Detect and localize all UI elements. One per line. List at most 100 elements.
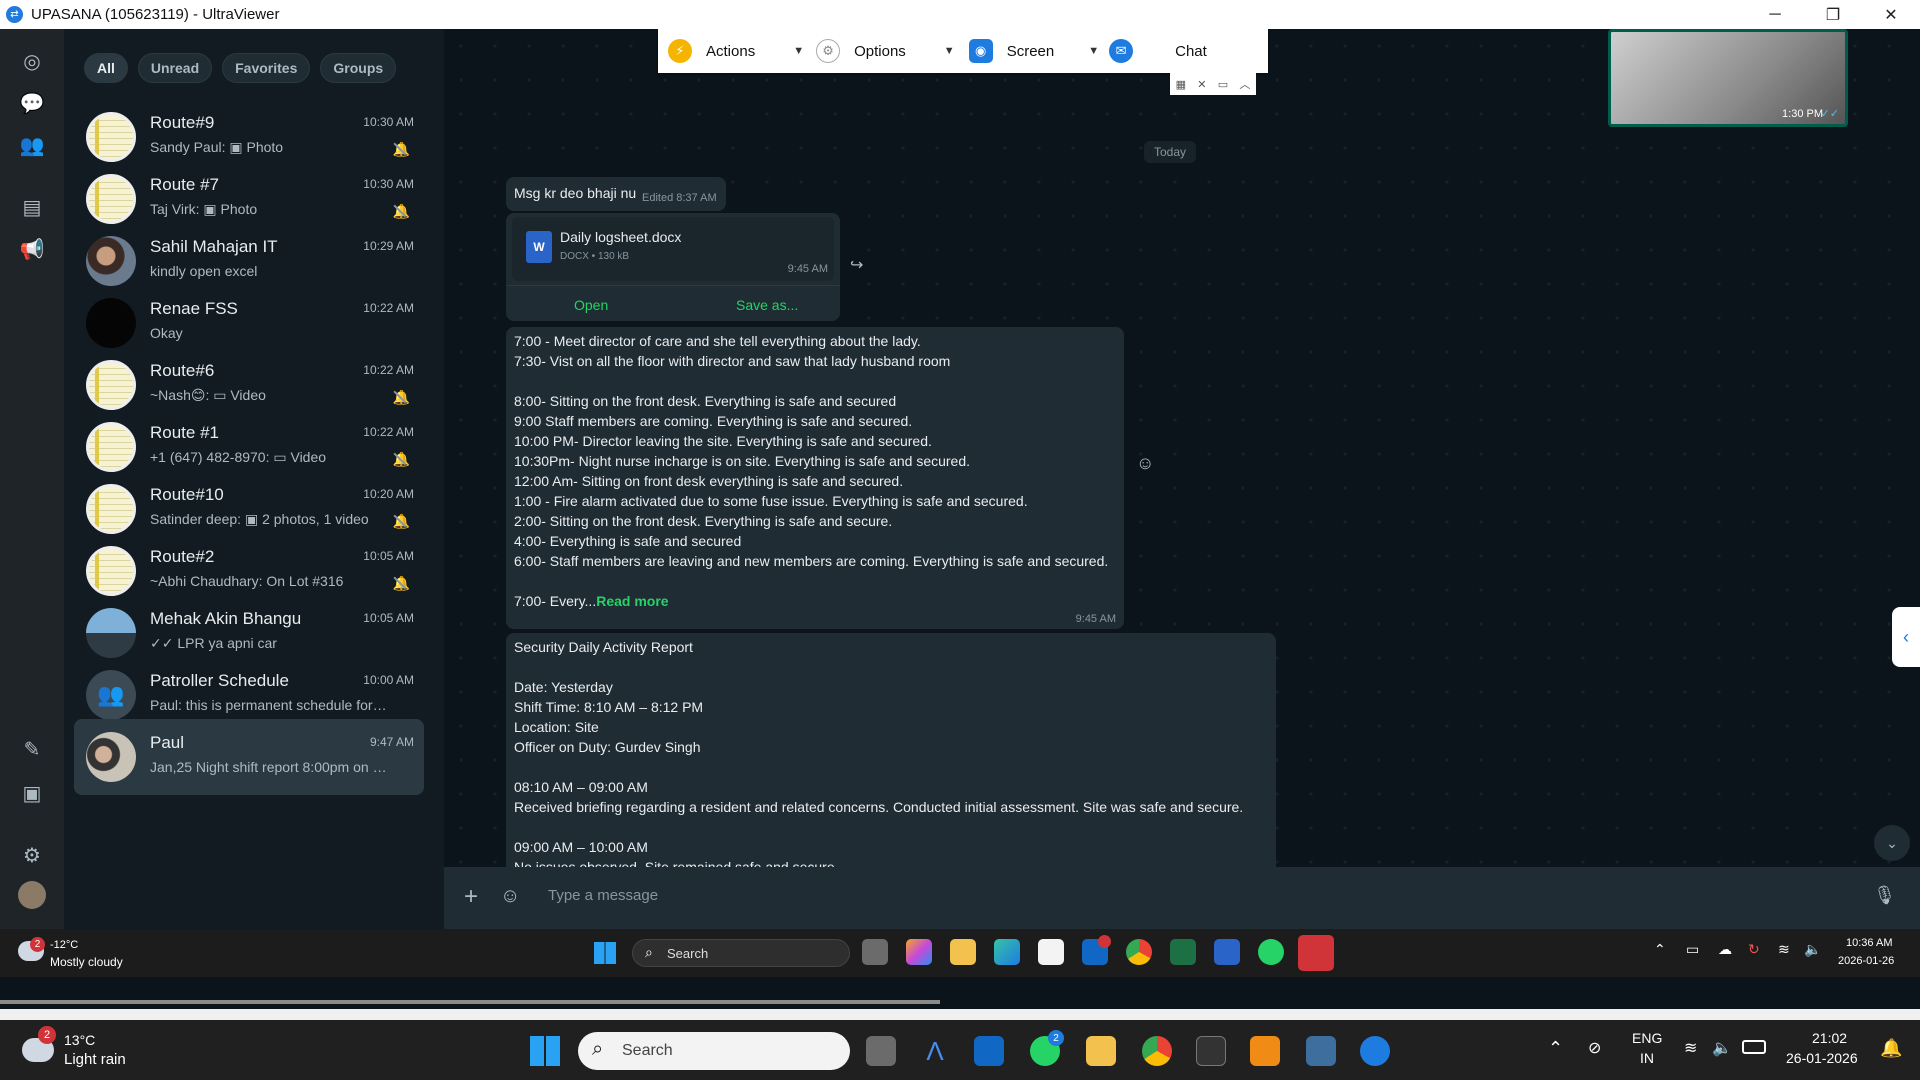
local-clock-time[interactable]: 21:02 <box>1812 1030 1847 1046</box>
options-icon[interactable]: ⚙ <box>816 39 841 63</box>
word-icon[interactable] <box>1214 939 1240 965</box>
options-menu[interactable]: Options <box>854 43 906 60</box>
settings-icon[interactable]: ⚙ <box>18 841 46 869</box>
wifi-icon[interactable]: ≋ <box>1684 1038 1697 1058</box>
volume-icon[interactable]: 🔈 <box>1712 1038 1732 1058</box>
edit-icon[interactable]: ✎ <box>18 735 46 763</box>
store-icon[interactable] <box>1038 939 1064 965</box>
ultraviewer-taskbar-icon[interactable] <box>1360 1036 1390 1066</box>
message-input[interactable]: Type a message <box>548 887 658 904</box>
window-title: UPASANA (105623119) - UltraViewer <box>31 6 280 23</box>
status-icon[interactable]: ◎ <box>18 47 46 75</box>
channels-icon[interactable]: 💬 <box>18 89 46 117</box>
chrome-icon[interactable] <box>1142 1036 1172 1066</box>
windows-start-icon[interactable] <box>530 1036 560 1066</box>
notification-bell-icon[interactable]: 🔔 <box>1880 1038 1902 1059</box>
show-hidden-icons[interactable]: ⌃ <box>1654 941 1666 958</box>
copilot-icon[interactable] <box>906 939 932 965</box>
log-message-bubble[interactable]: 7:00 - Meet director of care and she tel… <box>506 327 1124 629</box>
language-line1[interactable]: ENG <box>1632 1030 1662 1046</box>
screen-menu[interactable]: Screen <box>1007 43 1055 60</box>
file-explorer-icon[interactable] <box>1086 1036 1116 1066</box>
grid-icon[interactable]: ▦ <box>1176 78 1186 91</box>
file-explorer-icon[interactable] <box>950 939 976 965</box>
chat-last-message: +1 (647) 482-8970: ▭ Video <box>150 449 327 465</box>
options-dropdown-icon[interactable]: ▼ <box>944 45 955 57</box>
message-bubble[interactable]: Msg kr deo bhaji nu Edited 8:37 AM <box>506 177 726 211</box>
language-line2[interactable]: IN <box>1640 1050 1654 1066</box>
whatsapp-icon[interactable] <box>1258 939 1284 965</box>
local-clock-date[interactable]: 26-01-2026 <box>1786 1050 1858 1066</box>
actions-dropdown-icon[interactable]: ▼ <box>793 45 804 57</box>
remote-screen[interactable]: ◎ 💬 👥 ▤ 📢 ✎ ▣ ⚙ All Unread Favorites Gro… <box>0 29 1920 1009</box>
monitor-icon[interactable]: ▭ <box>1218 78 1228 91</box>
read-more-link[interactable]: Read more <box>596 593 668 609</box>
search-icon: ⌕ <box>645 944 653 960</box>
uv-side-panel-toggle[interactable]: ‹ <box>1892 607 1920 667</box>
chat-time: 10:20 AM <box>363 487 414 501</box>
windows-start-icon[interactable] <box>594 942 616 964</box>
image-message[interactable]: 1:30 PM ✓✓ <box>1608 29 1848 127</box>
communities-icon[interactable]: 👥 <box>18 131 46 159</box>
sticker-icon[interactable]: ☺ <box>500 885 520 908</box>
actions-menu[interactable]: Actions <box>706 43 755 60</box>
display-icon[interactable]: ▭ <box>1686 941 1699 958</box>
filter-favorites-chip[interactable]: Favorites <box>222 53 311 83</box>
document-info: DOCX • 130 kB <box>560 251 630 262</box>
chat-icon[interactable]: ✉ <box>1109 39 1134 63</box>
outlook-icon[interactable] <box>974 1036 1004 1066</box>
remote-clock-date[interactable]: 2026-01-26 <box>1838 955 1894 967</box>
attach-plus-icon[interactable]: + <box>464 883 478 911</box>
wifi-icon[interactable]: ≋ <box>1778 941 1790 958</box>
network-off-icon[interactable]: ⊘ <box>1588 1038 1601 1058</box>
document-message[interactable]: W Daily logsheet.docx DOCX • 130 kB 9:45… <box>506 213 840 321</box>
ultraviewer-mini-controls: ▦ ✕ ▭ ︿ <box>1170 73 1256 95</box>
app-launcher-icon[interactable]: Λ <box>920 1036 950 1066</box>
fit-screen-icon[interactable]: ✕ <box>1197 78 1206 91</box>
collapse-icon[interactable]: ︿ <box>1239 76 1250 92</box>
emoji-reaction-icon[interactable]: ☺ <box>1136 453 1154 474</box>
screen-dropdown-icon[interactable]: ▼ <box>1088 45 1099 57</box>
task-view-icon[interactable] <box>862 939 888 965</box>
report-message-bubble[interactable]: Security Daily Activity Report Date: Yest… <box>506 633 1276 875</box>
profile-avatar[interactable] <box>18 881 46 909</box>
save-as-button[interactable]: Save as... <box>736 297 798 313</box>
chat-menu[interactable]: Chat <box>1175 43 1207 60</box>
remote-search-box[interactable]: ⌕ Search <box>632 939 850 967</box>
open-document-button[interactable]: Open <box>574 297 608 313</box>
actions-icon[interactable]: ⚡ <box>668 39 692 63</box>
cloud-off-icon[interactable]: ☁ <box>1718 941 1732 958</box>
store-icon[interactable]: ▤ <box>18 193 46 221</box>
filter-groups-chip[interactable]: Groups <box>320 53 397 83</box>
task-view-icon[interactable] <box>866 1036 896 1066</box>
battery-icon[interactable] <box>1742 1040 1766 1054</box>
microphone-icon[interactable]: 🎙 <box>1873 885 1896 906</box>
sublime-text-icon[interactable] <box>1250 1036 1280 1066</box>
media-gallery-icon[interactable]: ▣ <box>18 779 46 807</box>
horizontal-scrollbar[interactable] <box>0 1000 940 1004</box>
screen-icon[interactable]: ◉ <box>968 39 993 63</box>
restore-button[interactable]: ❐ <box>1804 0 1862 29</box>
filter-all-chip[interactable]: All <box>84 53 128 83</box>
filter-unread-chip[interactable]: Unread <box>137 53 213 83</box>
edge-icon[interactable] <box>994 939 1020 965</box>
broadcast-icon[interactable]: 📢 <box>18 235 46 263</box>
remote-clock-time[interactable]: 10:36 AM <box>1846 937 1892 949</box>
local-search-box[interactable]: ⌕ Search <box>578 1032 850 1070</box>
scroll-down-button[interactable]: ⌄ <box>1874 825 1910 861</box>
close-button[interactable]: ✕ <box>1862 0 1920 29</box>
forward-icon[interactable]: ↪ <box>850 255 863 275</box>
document-card[interactable]: W Daily logsheet.docx DOCX • 130 kB 9:45… <box>512 217 834 281</box>
minimize-button[interactable]: ─ <box>1746 0 1804 29</box>
ultraviewer-taskbar-icon[interactable] <box>1298 935 1334 971</box>
terminal-icon[interactable] <box>1196 1036 1226 1066</box>
show-hidden-icons[interactable]: ⌃ <box>1548 1038 1563 1059</box>
excel-icon[interactable] <box>1170 939 1196 965</box>
log-message-text: 7:00 - Meet director of care and she tel… <box>514 331 1108 571</box>
chat-list-item[interactable]: Paul 9:47 AM Jan,25 Night shift report 8:0… <box>74 719 424 795</box>
notification-badge-icon <box>1098 935 1111 948</box>
snipping-tool-icon[interactable] <box>1306 1036 1336 1066</box>
volume-icon[interactable]: 🔈 <box>1804 941 1821 958</box>
chrome-icon[interactable] <box>1126 939 1152 965</box>
sync-icon[interactable]: ↻ <box>1748 941 1760 958</box>
